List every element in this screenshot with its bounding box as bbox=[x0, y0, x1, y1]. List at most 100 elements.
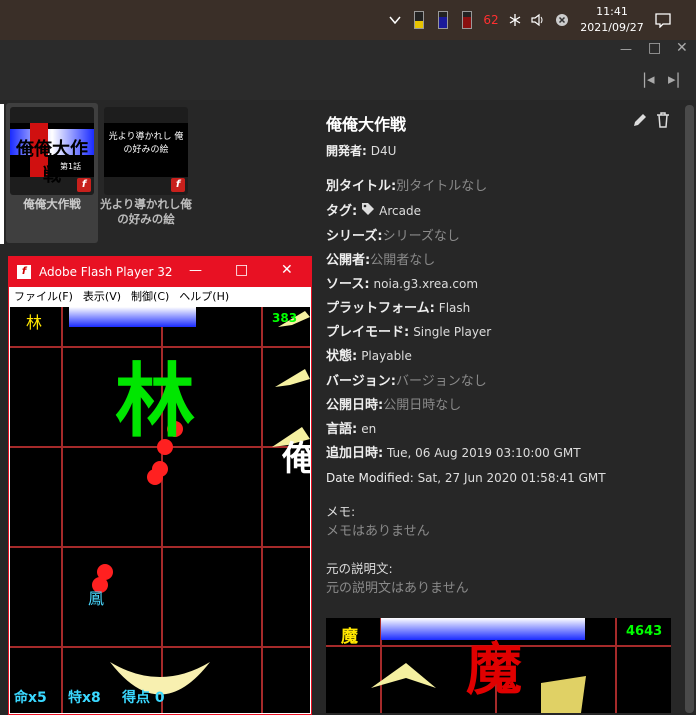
meter-icon-red[interactable] bbox=[458, 0, 476, 40]
developer-row: 開発者: D4U bbox=[326, 142, 396, 160]
game-title: 俺俺大作戦 bbox=[326, 115, 407, 134]
clock-time: 11:41 bbox=[596, 5, 628, 18]
original-description-value[interactable]: 元の説明文はありません bbox=[326, 580, 469, 598]
field-tags: タグ: Arcade bbox=[326, 202, 421, 221]
field-label: 公開日時: bbox=[326, 398, 384, 413]
field-publisher: 公開者:公開者なし bbox=[326, 251, 435, 270]
menu-control[interactable]: 制御(C) bbox=[126, 287, 174, 307]
field-value: Sat, 27 Jun 2020 01:58:41 GMT bbox=[413, 471, 606, 485]
thumb-title: 光より導かれし 俺の好みの絵 bbox=[108, 132, 184, 155]
menu-view[interactable]: 表示(V) bbox=[78, 287, 126, 307]
field-label: バージョン: bbox=[326, 374, 396, 389]
field-value: 公開者なし bbox=[370, 253, 436, 268]
flash-maximize-button[interactable]: □ bbox=[235, 262, 248, 278]
field-version: バージョン:バージョンなし bbox=[326, 372, 487, 391]
notes-value[interactable]: メモはありません bbox=[326, 523, 430, 541]
developer-label: 開発者: bbox=[326, 144, 367, 158]
field-alt-title: 別タイトル:別タイトルなし bbox=[326, 177, 487, 196]
menu-help[interactable]: ヘルプ(H) bbox=[174, 287, 234, 307]
game-card-title: 光より導かれし俺の好みの絵 bbox=[100, 197, 192, 226]
field-label: 言語: bbox=[326, 422, 358, 437]
game-card-title: 俺俺大作戦 bbox=[23, 197, 81, 211]
selection-edge bbox=[0, 104, 4, 244]
stage-score: 383 bbox=[272, 311, 298, 325]
original-description-label: 元の説明文: bbox=[326, 561, 393, 576]
flash-titlebar[interactable]: f Adobe Flash Player 32 — □ ✕ bbox=[9, 257, 311, 287]
flash-close-button[interactable]: ✕ bbox=[281, 262, 293, 278]
delete-icon[interactable] bbox=[656, 112, 670, 132]
field-label: プレイモード: bbox=[326, 325, 410, 340]
flash-icon: f bbox=[171, 178, 185, 192]
collapse-left-icon[interactable]: |◂ bbox=[642, 70, 655, 88]
flash-minimize-button[interactable]: — bbox=[189, 263, 202, 278]
edit-icon[interactable] bbox=[632, 112, 648, 132]
field-release-date: 公開日時:公開日時なし bbox=[326, 396, 461, 415]
chevron-up-icon[interactable] bbox=[386, 0, 404, 40]
game-stage[interactable]: 林 383 林 俺 鳳 命x5 特x8 得点 0 bbox=[10, 307, 310, 713]
notification-icon[interactable] bbox=[652, 0, 674, 40]
field-label: Date Modified: bbox=[326, 471, 414, 485]
enemy-health-bar bbox=[69, 307, 196, 327]
developer-value[interactable]: D4U bbox=[371, 144, 397, 158]
flash-logo-icon: f bbox=[17, 265, 31, 279]
flash-window-title: Adobe Flash Player 32 bbox=[39, 265, 173, 279]
field-value[interactable]: Single Player bbox=[413, 325, 491, 339]
field-label: タグ: bbox=[326, 204, 358, 219]
field-label: ソース: bbox=[326, 277, 370, 292]
field-label: 別タイトル: bbox=[326, 179, 397, 194]
game-thumbnail: 光より導かれし 俺の好みの絵 f bbox=[104, 107, 188, 195]
flash-icon: f bbox=[77, 178, 91, 192]
collapse-right-icon[interactable]: ▸| bbox=[668, 70, 681, 88]
speaker-icon[interactable] bbox=[528, 0, 548, 40]
minimize-button[interactable]: — bbox=[620, 42, 632, 56]
field-date-added: 追加日時: Tue, 06 Aug 2019 03:10:00 GMT bbox=[326, 444, 581, 463]
game-screenshot-preview[interactable]: 魔 4643 魔 bbox=[326, 618, 671, 713]
score-counter: 得点 0 bbox=[122, 690, 165, 706]
mute-circle-icon[interactable] bbox=[552, 0, 572, 40]
field-series: シリーズ:シリーズなし bbox=[326, 227, 460, 246]
field-value[interactable]: Flash bbox=[439, 301, 470, 315]
field-value[interactable]: noia.g3.xrea.com bbox=[374, 277, 478, 291]
field-value: バージョンなし bbox=[395, 374, 487, 389]
detail-scrollbar[interactable] bbox=[685, 105, 694, 713]
tag-chip[interactable]: Arcade bbox=[379, 204, 421, 218]
game-card[interactable]: 光より導かれし 俺の好みの絵 f 光より導かれし俺の好みの絵 bbox=[100, 103, 192, 243]
field-status: 状態: Playable bbox=[326, 347, 412, 366]
field-label: 状態: bbox=[326, 349, 358, 364]
taskbar-clock[interactable]: 11:41 2021/09/27 bbox=[573, 4, 651, 36]
window-titlebar: — □ ✕ |◂ ▸| bbox=[0, 40, 696, 100]
meter-icon-yellow[interactable] bbox=[410, 0, 428, 40]
preview-kanji-label: 魔 bbox=[341, 627, 358, 647]
special-counter: 特x8 bbox=[68, 690, 101, 706]
field-value: シリーズなし bbox=[382, 229, 460, 244]
meter-icon-blue[interactable] bbox=[434, 0, 452, 40]
field-playmode: プレイモード: Single Player bbox=[326, 323, 491, 342]
field-value: Tue, 06 Aug 2019 03:10:00 GMT bbox=[383, 446, 581, 460]
side-kanji: 俺 bbox=[282, 439, 310, 479]
field-language: 言語: en bbox=[326, 420, 376, 439]
field-date-modified: Date Modified: Sat, 27 Jun 2020 01:58:41… bbox=[326, 469, 606, 487]
field-source: ソース: noia.g3.xrea.com bbox=[326, 275, 478, 294]
preview-score: 4643 bbox=[626, 624, 663, 639]
field-label: シリーズ: bbox=[326, 229, 383, 244]
flash-player-window[interactable]: f Adobe Flash Player 32 — □ ✕ ファイル(F) 表示… bbox=[8, 256, 312, 715]
player-sprite: 鳳 bbox=[88, 589, 105, 608]
battery-readout[interactable]: 62 bbox=[480, 0, 502, 40]
tag-icon bbox=[361, 202, 375, 221]
taskbar: 62 11:41 2021/09/27 bbox=[0, 0, 696, 40]
maximize-button[interactable]: □ bbox=[648, 40, 661, 56]
field-platform: プラットフォーム: Flash bbox=[326, 299, 470, 318]
close-button[interactable]: ✕ bbox=[676, 40, 688, 56]
field-value[interactable]: Playable bbox=[361, 349, 412, 363]
field-value[interactable]: en bbox=[361, 422, 376, 436]
thumb-subtitle: 第1話 bbox=[60, 162, 82, 171]
notes-label: メモ: bbox=[326, 504, 356, 519]
field-label: 公開者: bbox=[326, 253, 371, 268]
network-icon[interactable] bbox=[505, 0, 525, 40]
menu-file[interactable]: ファイル(F) bbox=[9, 287, 78, 307]
preview-boss-kanji: 魔 bbox=[466, 638, 522, 703]
field-value: 別タイトルなし bbox=[396, 179, 488, 194]
field-label: 追加日時: bbox=[326, 446, 384, 461]
game-card[interactable]: 俺俺大作戦 第1話 f 俺俺大作戦 bbox=[6, 103, 98, 243]
boss-kanji: 林 bbox=[115, 355, 195, 448]
